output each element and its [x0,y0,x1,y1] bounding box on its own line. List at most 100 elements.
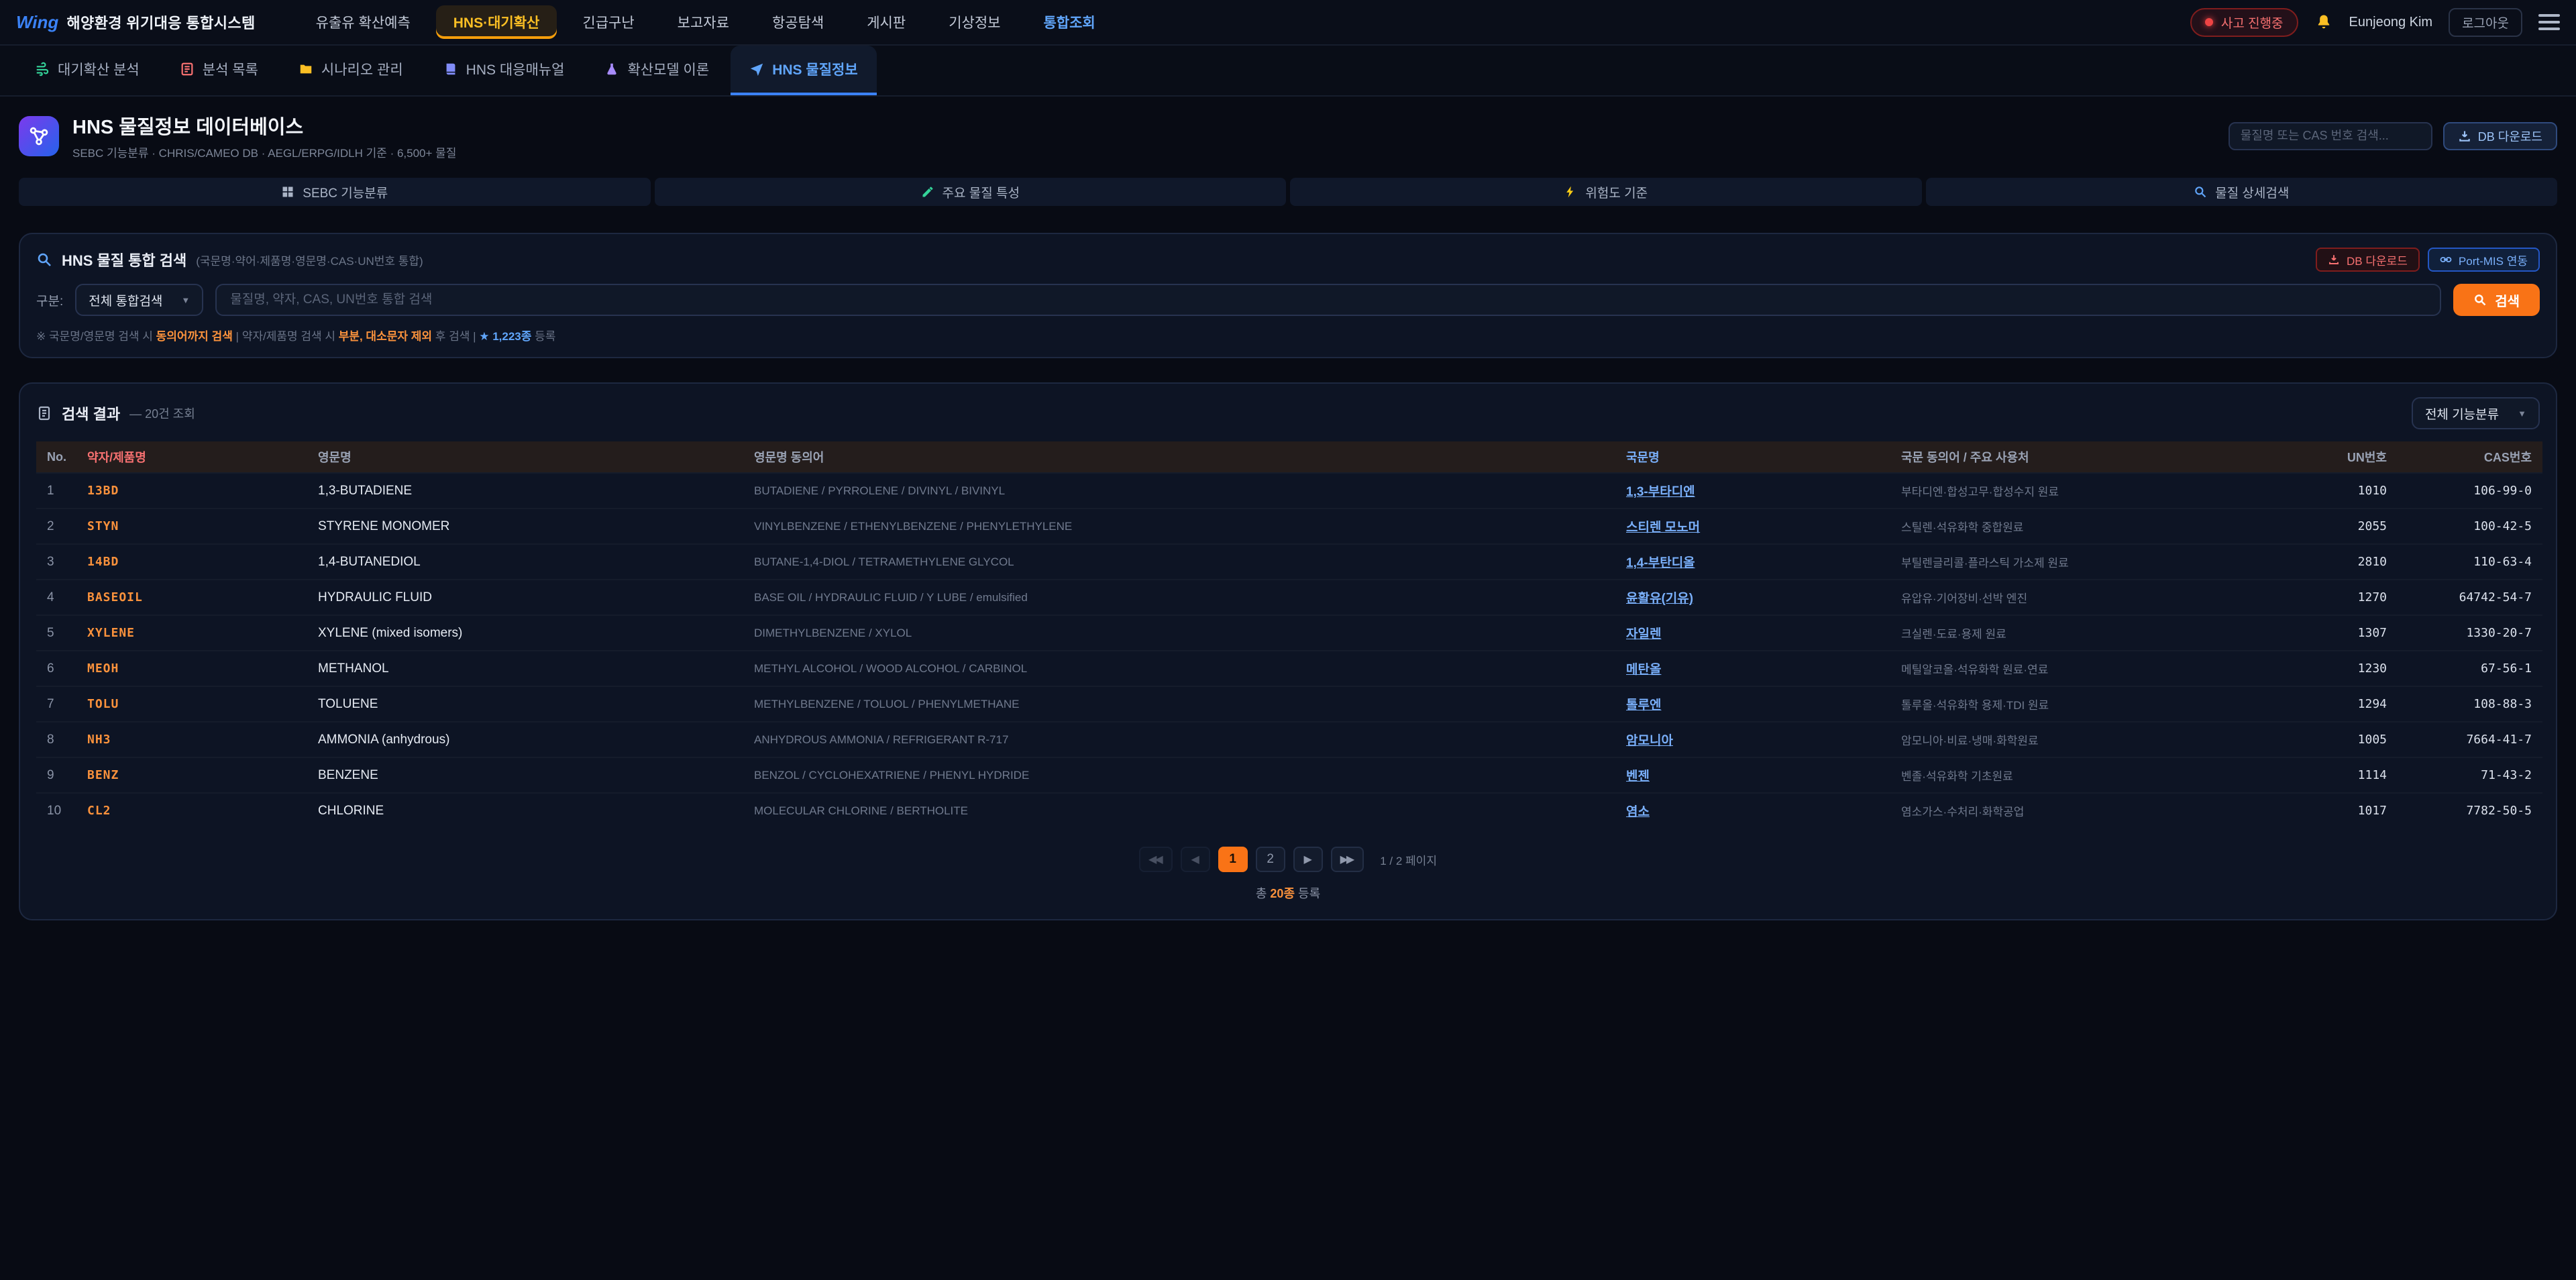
cell-un-number: 1230 [2293,651,2398,686]
table-row[interactable]: 9 BENZ BENZENE BENZOL / CYCLOHEXATRIENE … [36,757,2542,793]
db-download-button[interactable]: DB 다운로드 [2443,122,2557,150]
cell-korean-synonyms: 톨루올·석유화학 용제·TDI 원료 [1890,686,2293,722]
first-page-icon: ◀◀ [1148,853,1161,866]
nav-item-oil-spill[interactable]: 유출유 확산예측 [299,5,428,39]
search-results-panel: 검색 결과 — 20건 조회 전체 기능분류 ▼ No. 약자/제품명 영문명 … [19,382,2557,920]
col-english-synonyms: 영문명 동의어 [743,441,1615,473]
tab-dispersion-analysis[interactable]: 대기확산 분석 [16,46,158,95]
search-panel-title: HNS 물질 통합 검색 [62,249,186,270]
cell-english-synonyms: ANHYDROUS AMMONIA / REFRIGERANT R-717 [743,722,1615,757]
top-nav: Wing 해양환경 위기대응 통합시스템 유출유 확산예측 HNS·대기확산 긴… [0,0,2576,46]
search-panel-note: (국문명·약어·제품명·영문명·CAS·UN번호 통합) [196,252,423,268]
korean-name-link[interactable]: 톨루엔 [1626,698,1661,712]
section-tab-detail-search[interactable]: 물질 상세검색 [1926,178,2558,206]
korean-name-link[interactable]: 1,3-부타디엔 [1626,485,1695,499]
pagination-next-button[interactable]: ▶ [1293,847,1323,872]
nav-item-rescue[interactable]: 긴급구난 [565,5,651,39]
cell-un-number: 1270 [2293,580,2398,615]
table-row[interactable]: 1 13BD 1,3-BUTADIENE BUTADIENE / PYRROLE… [36,473,2542,509]
table-row[interactable]: 3 14BD 1,4-BUTANEDIOL BUTANE-1,4-DIOL / … [36,544,2542,580]
nav-item-hns-dispersion[interactable]: HNS·대기확산 [436,5,557,39]
tab-analysis-list[interactable]: 분석 목록 [161,46,277,95]
cell-english-synonyms: VINYLBENZENE / ETHENYLBENZENE / PHENYLET… [743,509,1615,544]
category-label: 구분: [36,291,63,309]
section-tab-properties[interactable]: 주요 물질 특성 [655,178,1287,206]
category-filter-select[interactable]: 전체 기능분류 ▼ [2412,397,2540,429]
tab-label: HNS 물질정보 [772,59,857,79]
cell-korean-name: 톨루엔 [1615,686,1890,722]
cell-english-name: STYRENE MONOMER [307,509,743,544]
cell-korean-name: 자일렌 [1615,615,1890,651]
portmis-link-button[interactable]: Port-MIS 연동 [2428,248,2540,272]
incident-dot-icon [2205,18,2213,26]
tab-hns-manual[interactable]: HNS 대응매뉴얼 [425,46,584,95]
tab-label: 확산모델 이론 [627,59,709,79]
pagination-last-button[interactable]: ▶▶ [1331,847,1364,872]
table-row[interactable]: 5 XYLENE XYLENE (mixed isomers) DIMETHYL… [36,615,2542,651]
korean-name-link[interactable]: 염소 [1626,805,1650,819]
logout-button[interactable]: 로그아웃 [2449,8,2522,37]
page-header: HNS 물질정보 데이터베이스 SEBC 기능분류 · CHRIS/CAMEO … [19,111,2557,160]
table-row[interactable]: 6 MEOH METHANOL METHYL ALCOHOL / WOOD AL… [36,651,2542,686]
logo-mark: Wing [16,12,58,33]
korean-name-link[interactable]: 메탄올 [1626,663,1661,677]
nav-item-aerial-search[interactable]: 항공탐색 [755,5,841,39]
category-select[interactable]: 전체 통합검색 ▼ [75,284,203,316]
korean-name-link[interactable]: 자일렌 [1626,627,1661,641]
menu-hamburger-icon[interactable] [2538,10,2560,34]
pagination-page-2[interactable]: 2 [1256,847,1285,872]
table-row[interactable]: 8 NH3 AMMONIA (anhydrous) ANHYDROUS AMMO… [36,722,2542,757]
cell-korean-synonyms: 부타디엔·합성고무·합성수지 원료 [1890,473,2293,509]
section-tab-risk-criteria[interactable]: 위험도 기준 [1290,178,1922,206]
col-english-name: 영문명 [307,441,743,473]
table-row[interactable]: 7 TOLU TOLUENE METHYLBENZENE / TOLUOL / … [36,686,2542,722]
cell-un-number: 2810 [2293,544,2398,580]
pagination-page-1[interactable]: 1 [1218,847,1248,872]
pagination-prev-button[interactable]: ◀ [1181,847,1210,872]
cell-no: 8 [36,722,76,757]
cell-korean-name: 스티렌 모노머 [1615,509,1890,544]
cell-no: 7 [36,686,76,722]
nav-item-board[interactable]: 게시판 [849,5,923,39]
pagination-first-button[interactable]: ◀◀ [1139,847,1173,872]
korean-name-link[interactable]: 암모니아 [1626,734,1673,748]
cell-english-name: HYDRAULIC FLUID [307,580,743,615]
incident-status-badge[interactable]: 사고 진행중 [2190,8,2298,37]
tab-hns-substance-info[interactable]: HNS 물질정보 [731,46,876,95]
section-tabs: SEBC 기능분류 주요 물질 특성 위험도 기준 물질 상세검색 [19,178,2557,206]
cell-korean-name: 윤활유(기유) [1615,580,1890,615]
cell-no: 10 [36,793,76,828]
app-logo[interactable]: Wing 해양환경 위기대응 통합시스템 [16,11,256,33]
section-tab-label: 주요 물질 특성 [943,183,1020,201]
cell-cas-number: 1330-20-7 [2398,615,2542,651]
lightning-icon [1564,185,1577,199]
col-cas-number: CAS번호 [2398,441,2542,473]
table-row[interactable]: 4 BASEOIL HYDRAULIC FLUID BASE OIL / HYD… [36,580,2542,615]
tab-scenario-management[interactable]: 시나리오 관리 [280,46,422,95]
nav-item-weather[interactable]: 기상정보 [931,5,1018,39]
table-row[interactable]: 10 CL2 CHLORINE MOLECULAR CHLORINE / BER… [36,793,2542,828]
db-download-label: DB 다운로드 [2478,127,2542,145]
table-row[interactable]: 2 STYN STYRENE MONOMER VINYLBENZENE / ET… [36,509,2542,544]
nav-item-integrated-search[interactable]: 통합조회 [1026,5,1112,39]
db-download-red-button[interactable]: DB 다운로드 [2316,248,2420,272]
cell-korean-synonyms: 부틸렌글리콜·플라스틱 가소제 원료 [1890,544,2293,580]
molecule-icon [19,116,59,156]
incident-label: 사고 진행중 [2221,13,2284,32]
korean-name-link[interactable]: 윤활유(기유) [1626,592,1693,606]
cell-korean-synonyms: 벤졸·석유화학 기초원료 [1890,757,2293,793]
tab-dispersion-model-theory[interactable]: 확산모델 이론 [586,46,728,95]
korean-name-link[interactable]: 벤젠 [1626,769,1650,784]
header-search-input[interactable] [2229,122,2432,150]
search-button[interactable]: 검색 [2453,284,2540,316]
cell-abbr: BASEOIL [76,580,307,615]
korean-name-link[interactable]: 1,4-부탄디올 [1626,556,1695,570]
cell-korean-synonyms: 크실렌·도료·용제 원료 [1890,615,2293,651]
unified-search-input[interactable] [215,284,2441,316]
cell-cas-number: 64742-54-7 [2398,580,2542,615]
section-tab-sebc[interactable]: SEBC 기능분류 [19,178,651,206]
notification-bell-icon[interactable] [2314,13,2333,32]
nav-item-reports[interactable]: 보고자료 [660,5,747,39]
cell-abbr: MEOH [76,651,307,686]
korean-name-link[interactable]: 스티렌 모노머 [1626,521,1700,535]
